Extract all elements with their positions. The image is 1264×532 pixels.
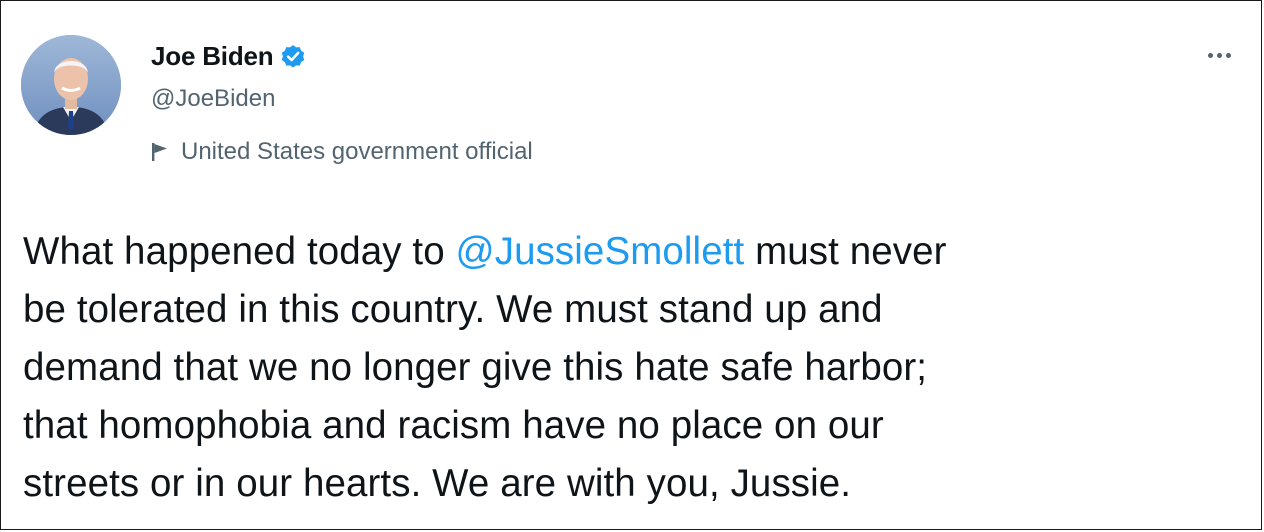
more-options-icon[interactable] — [1197, 43, 1241, 67]
dot — [1207, 52, 1213, 58]
author-name-row: Joe Biden — [151, 39, 307, 73]
tweet-line-5: streets or in our hearts. We are with yo… — [23, 462, 852, 505]
dot — [1216, 52, 1222, 58]
verified-badge-icon — [282, 45, 305, 68]
account-label: United States government official — [151, 137, 533, 167]
tweet-text-segment: What happened today to — [23, 230, 456, 273]
account-label-text: United States government official — [181, 138, 533, 165]
tweet-card: Joe Biden @JoeBiden United States govern… — [0, 0, 1262, 530]
dot — [1225, 52, 1231, 58]
tweet-line-2: be tolerated in this country. We must st… — [23, 288, 883, 331]
tweet-text-segment: must never — [744, 230, 947, 273]
tweet-text: What happened today to @JussieSmollett m… — [23, 223, 1243, 513]
flag-icon — [152, 143, 167, 161]
mention-link[interactable]: @JussieSmollett — [456, 230, 745, 273]
tweet-line-1: What happened today to @JussieSmollett m… — [23, 223, 1243, 281]
author-handle[interactable]: @JoeBiden — [151, 85, 275, 113]
author-name[interactable]: Joe Biden — [151, 41, 274, 72]
avatar[interactable] — [21, 35, 121, 135]
tweet-line-4: that homophobia and racism have no place… — [23, 404, 884, 447]
avatar-image — [21, 35, 121, 135]
tweet-line-3: demand that we no longer give this hate … — [23, 346, 928, 389]
